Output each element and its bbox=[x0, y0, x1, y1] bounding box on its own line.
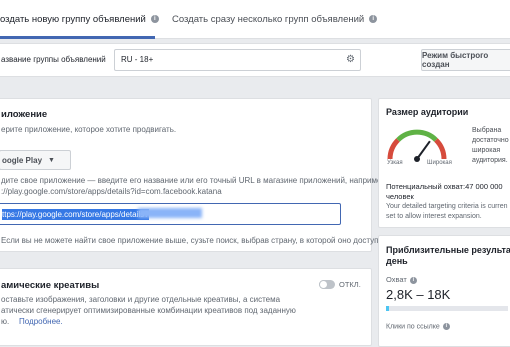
app-url-value: ttps://play.google.com/store/apps/detail… bbox=[2, 209, 149, 220]
tab-create-new-adset-label: оздать новую группу объявлений bbox=[0, 13, 146, 25]
app-url-example: ://play.google.com/store/apps/details?id… bbox=[1, 187, 222, 196]
audience-size-title: Размер аудитории bbox=[386, 107, 469, 117]
gauge-high-label: Широкая bbox=[427, 160, 452, 166]
potential-reach-2: человек bbox=[386, 192, 414, 201]
dynamic-creatives-card: амические креативы ОТКЛ. оставьте изобра… bbox=[0, 268, 372, 346]
gear-icon[interactable]: ⚙ bbox=[346, 54, 355, 65]
toggle-knob bbox=[319, 280, 328, 289]
audience-verdict-2: достаточно bbox=[472, 137, 509, 144]
tab-create-new-adset[interactable]: оздать новую группу объявлений i bbox=[0, 0, 159, 38]
active-tab-indicator bbox=[0, 36, 155, 39]
app-url-help-text: дите свое приложение — введите его назва… bbox=[1, 176, 386, 185]
dynamic-creatives-toggle[interactable] bbox=[319, 280, 335, 289]
adset-name-value: RU - 18+ bbox=[121, 55, 154, 64]
app-section-title: иложение bbox=[1, 109, 48, 120]
link-clicks-label-text: Клики по ссылке bbox=[386, 323, 440, 331]
app-section-subtitle: ерите приложение, которое хотите продвиг… bbox=[1, 125, 177, 134]
gauge-low-label: Узкая bbox=[387, 160, 403, 166]
audience-verdict-1: Выбрана bbox=[472, 127, 502, 134]
ad-creation-tabs: оздать новую группу объявлений i Создать… bbox=[0, 0, 510, 39]
info-icon: i bbox=[150, 15, 159, 23]
targeting-note-2: set to allow interest expansion. bbox=[386, 213, 482, 220]
quick-creation-mode-label: Режим быстрого создан bbox=[422, 51, 489, 69]
reach-label-text: Охват bbox=[386, 275, 407, 284]
adset-name-label: азвание группы объявлений bbox=[1, 55, 106, 64]
dynamic-creatives-title: амические креативы bbox=[1, 280, 100, 291]
audience-gauge bbox=[387, 129, 447, 162]
tab-create-multiple-adsets-label: Создать сразу несколько групп объявлений bbox=[172, 13, 365, 25]
caret-down-icon: ▼ bbox=[48, 156, 55, 164]
reach-bar bbox=[386, 306, 508, 311]
tab-create-multiple-adsets[interactable]: Создать сразу несколько групп объявлений… bbox=[172, 0, 378, 38]
potential-reach-1: Потенциальный охват:47 000 000 bbox=[386, 182, 503, 191]
app-store-select-value: oogle Play bbox=[2, 155, 43, 165]
estimated-results-card: Приблизительные результаты день Охват i 2… bbox=[378, 235, 510, 347]
estimates-title-1: Приблизительные результаты bbox=[386, 245, 510, 255]
audience-size-card: Размер аудитории Узкая Широкая Выбрана д… bbox=[378, 98, 510, 228]
app-url-input[interactable]: ttps://play.google.com/store/apps/detail… bbox=[0, 203, 341, 225]
redacted-url-part bbox=[138, 208, 202, 218]
targeting-note-1: Your detailed targeting criteria is curr… bbox=[386, 203, 508, 210]
dynamic-creatives-desc-1: оставьте изображения, заголовки и другие… bbox=[1, 295, 281, 304]
dynamic-creatives-toggle-label: ОТКЛ. bbox=[339, 280, 361, 289]
adset-name-card: азвание группы объявлений RU - 18+ ⚙ Реж… bbox=[0, 43, 510, 77]
info-icon: i bbox=[409, 276, 417, 284]
adset-name-input[interactable]: RU - 18+ ⚙ bbox=[114, 49, 361, 71]
reach-value: 2,8K – 18K bbox=[386, 287, 451, 302]
app-card: иложение ерите приложение, которое хотит… bbox=[0, 98, 390, 252]
estimates-title-2: день bbox=[386, 256, 408, 266]
dynamic-creatives-desc-3: ю. bbox=[1, 317, 10, 326]
reach-label: Охват i bbox=[386, 275, 417, 284]
reach-bar-fill bbox=[386, 306, 389, 311]
learn-more-link[interactable]: Подробнее. bbox=[19, 317, 63, 326]
info-icon: i bbox=[442, 323, 450, 330]
link-clicks-label: Клики по ссылке i bbox=[386, 323, 450, 330]
dynamic-creatives-desc-2: атически сгенерирует оптимизированные ко… bbox=[1, 306, 296, 315]
quick-creation-mode-button[interactable]: Режим быстрого создан bbox=[421, 49, 510, 71]
info-icon: i bbox=[369, 15, 378, 23]
audience-verdict-4: аудитория. bbox=[472, 157, 508, 164]
app-not-found-hint: Если вы не можете найти свое приложение … bbox=[1, 236, 390, 245]
audience-verdict-3: широкая bbox=[472, 147, 501, 154]
app-store-select[interactable]: oogle Play ▼ bbox=[0, 150, 71, 170]
